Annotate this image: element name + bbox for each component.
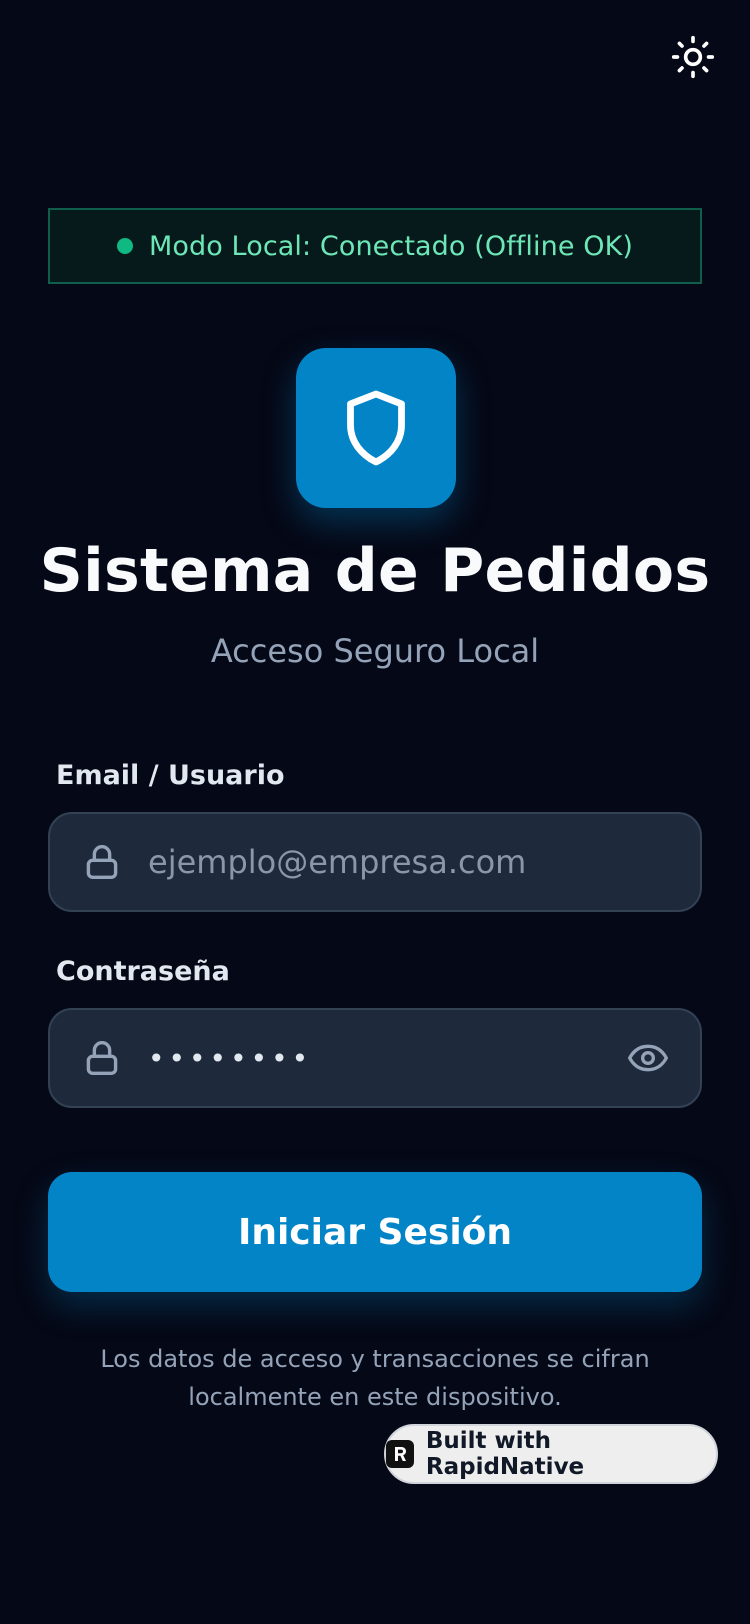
lock-icon	[84, 1038, 120, 1078]
email-input[interactable]	[148, 843, 670, 881]
connection-status-banner: Modo Local: Conectado (Offline OK)	[48, 208, 702, 284]
eye-icon	[628, 1044, 668, 1072]
login-button[interactable]: Iniciar Sesión	[48, 1172, 702, 1292]
app-logo	[296, 348, 456, 508]
password-label: Contraseña	[56, 956, 230, 987]
shield-icon	[347, 390, 405, 466]
email-field-container	[48, 812, 702, 912]
password-field-container	[48, 1008, 702, 1108]
status-text: Modo Local: Conectado (Offline OK)	[148, 230, 634, 262]
rapidnative-logo-icon	[386, 1440, 414, 1468]
theme-toggle-button[interactable]	[666, 30, 720, 84]
security-note: Los datos de acceso y transacciones se c…	[100, 1345, 650, 1411]
page-subtitle: Acceso Seguro Local	[210, 632, 540, 670]
built-with-badge[interactable]: Built with RapidNative	[384, 1424, 718, 1484]
toggle-password-visibility-button[interactable]	[626, 1036, 670, 1080]
login-screen: Modo Local: Conectado (Offline OK) Siste…	[0, 0, 750, 1624]
lock-icon	[84, 842, 120, 882]
page-title: Sistema de Pedidos	[39, 536, 711, 606]
password-input[interactable]	[148, 1041, 626, 1075]
built-with-label: Built with RapidNative	[425, 1428, 585, 1480]
sun-icon	[671, 35, 715, 79]
status-dot	[116, 238, 133, 254]
email-label: Email / Usuario	[56, 760, 285, 791]
